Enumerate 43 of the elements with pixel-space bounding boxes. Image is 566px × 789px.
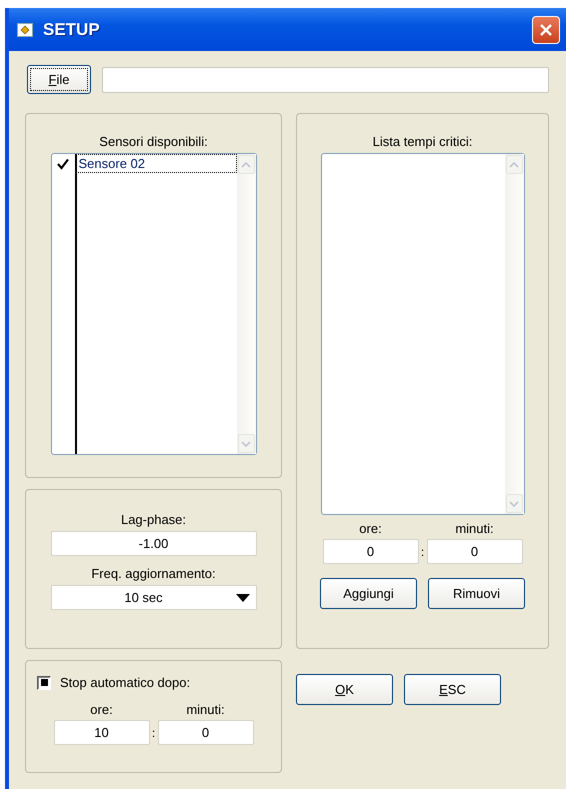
ok-button[interactable]: OK [296,674,393,705]
check-icon[interactable] [56,158,68,170]
chevron-up-icon [509,162,519,168]
window-title: SETUP [43,20,101,40]
auto-stop-label: Stop automatico dopo: [60,675,190,690]
close-icon [539,22,553,36]
hours-label: ore: [90,702,113,717]
auto-stop-checkbox[interactable] [37,676,51,690]
critical-times-list[interactable] [320,153,524,515]
minutes-field[interactable]: 0 [158,720,254,745]
sensors-label: Sensori disponibili: [99,134,208,149]
minutes-label: minuti: [455,521,494,536]
lag-phase-label: Lag-phase: [120,512,186,527]
minutes-label: minuti: [186,702,225,717]
file-path-field[interactable] [102,66,549,92]
update-frequency-label: Freq. aggiornamento: [91,566,216,581]
file-button[interactable]: File [27,65,91,94]
time-separator: : [420,544,424,558]
time-separator: : [152,726,156,740]
sensor-item[interactable]: Sensore 02 [76,154,236,173]
sensor-list[interactable]: Sensore 02 [50,153,256,455]
dropdown-arrow-icon [236,594,250,602]
minutes-field[interactable]: 0 [426,539,522,564]
cancel-button[interactable]: ESC [404,674,501,705]
hours-label: ore: [359,521,382,536]
critical-times-label: Lista tempi critici: [372,134,472,149]
scroll-down-button[interactable] [238,434,254,453]
hours-field[interactable]: 0 [322,539,418,564]
chevron-down-icon [509,500,519,506]
chevron-down-icon [241,440,251,446]
scroll-down-button[interactable] [506,494,522,513]
scroll-up-button[interactable] [238,155,254,174]
chevron-up-icon [241,162,251,168]
scrollbar[interactable] [236,154,256,454]
lag-phase-field[interactable]: -1.00 [50,531,256,556]
scrollbar[interactable] [504,154,524,514]
remove-button[interactable]: Rimuovi [428,578,525,609]
app-icon [17,22,33,36]
add-button[interactable]: Aggiungi [320,578,417,609]
update-frequency-dropdown[interactable]: 10 sec [50,585,256,610]
scroll-up-button[interactable] [506,155,522,174]
close-button[interactable] [532,16,560,44]
hours-field[interactable]: 10 [54,720,150,745]
